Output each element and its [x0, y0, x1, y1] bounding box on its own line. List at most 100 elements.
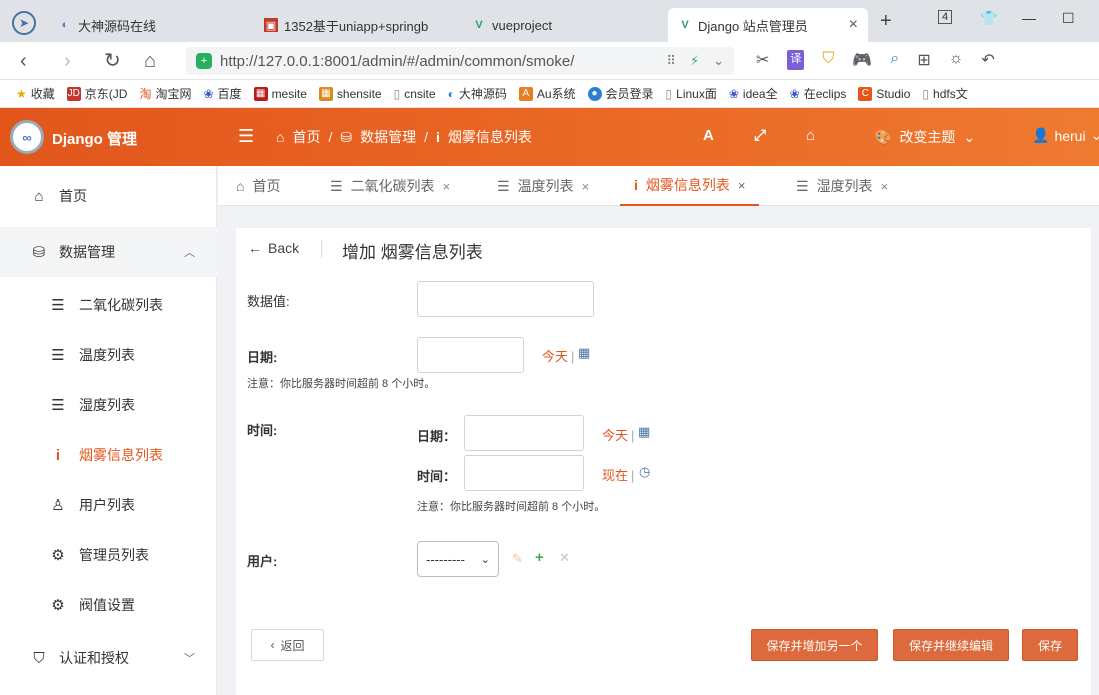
forward-arrow-icon[interactable]: › — [64, 50, 71, 72]
sidebar-item-threshold[interactable]: ⚙ 阀值设置 — [0, 580, 217, 630]
sidebar-item-users[interactable]: ♙ 用户列表 — [0, 480, 217, 530]
user-icon: ♙ — [51, 497, 65, 514]
save-button[interactable]: 保存 — [1022, 629, 1078, 661]
sidebar-item-temperature[interactable]: ☰ 温度列表 — [0, 330, 217, 380]
minimize-icon[interactable]: — — [1022, 10, 1036, 26]
bookmark-item[interactable]: ● 会员登录 — [587, 85, 654, 102]
lightning-icon[interactable]: ⚡ — [690, 53, 699, 69]
bookmark-item[interactable]: ▦ shensite — [318, 86, 382, 101]
breadcrumb-item[interactable]: 首页 — [292, 127, 320, 147]
sidebar-item-co2[interactable]: ☰ 二氧化碳列表 — [0, 280, 217, 330]
bookmark-item[interactable]: ▯ Linux面 — [666, 85, 717, 102]
brightness-icon[interactable]: ☼ — [949, 50, 964, 70]
tab-co2[interactable]: ☰ 二氧化碳列表 × — [330, 166, 450, 206]
home-icon[interactable]: ⌂ — [144, 50, 156, 72]
apps-grid-icon[interactable]: ⊞ — [917, 50, 930, 70]
theme-switcher[interactable]: 🎨 改变主题 ⌄ — [874, 127, 975, 147]
tab-humidity[interactable]: ☰ 湿度列表 × — [796, 166, 888, 206]
home-icon[interactable]: ⌂ — [806, 127, 815, 144]
save-and-add-button[interactable]: 保存并增加另一个 — [751, 629, 878, 661]
add-plus-icon[interactable]: + — [535, 549, 544, 566]
edit-pencil-icon[interactable]: ✎ — [512, 551, 523, 567]
bookmark-item[interactable]: 淘淘宝网 — [139, 85, 191, 102]
browser-tab-1[interactable]: ◐ 大神源码在线 — [48, 8, 248, 42]
date-input[interactable] — [417, 337, 524, 373]
breadcrumb-item: 烟雾信息列表 — [447, 129, 532, 145]
user-select[interactable]: --------- ⌄ — [417, 541, 499, 577]
bookmark-item[interactable]: ❀ idea全 — [729, 85, 778, 102]
reload-icon[interactable]: ↻ — [104, 50, 121, 72]
date-label: 日期: — [247, 350, 278, 365]
gamepad-icon[interactable]: 🎮 — [852, 50, 872, 70]
return-button[interactable]: ‹ 返回 — [251, 629, 324, 661]
sidebar-item-auth[interactable]: ⛉ 认证和授权 ﹀ — [0, 633, 217, 683]
bookmark-item[interactable]: ▯ hdfs文 — [922, 85, 967, 102]
bookmark-item[interactable]: JD 京东(JD — [66, 85, 127, 102]
translate-icon[interactable]: 译 — [787, 50, 805, 70]
clock-icon[interactable]: ◷ — [639, 464, 650, 480]
close-icon[interactable]: × — [849, 16, 858, 34]
menu-toggle-icon[interactable]: ☰ — [238, 126, 254, 147]
tab-counter[interactable]: 4 — [938, 10, 953, 24]
calendar-icon[interactable]: ▦ — [638, 424, 650, 440]
close-icon[interactable]: × — [881, 179, 889, 194]
undo-icon[interactable]: ↶ — [981, 50, 994, 70]
star-icon: ★ — [16, 86, 27, 101]
tab-temperature[interactable]: ☰ 温度列表 × — [497, 166, 589, 206]
save-and-continue-button[interactable]: 保存并继续编辑 — [893, 629, 1009, 661]
tab-home[interactable]: ⌂ 首页 — [236, 166, 280, 206]
chevron-down-icon[interactable]: ⌄ — [713, 53, 724, 69]
now-link[interactable]: 现在 | — [602, 465, 637, 484]
delete-x-icon[interactable]: ✕ — [559, 550, 570, 566]
compass-icon[interactable]: ➤ — [12, 11, 36, 35]
home-icon: ⌂ — [236, 178, 245, 194]
data-value-input[interactable] — [417, 281, 594, 317]
bookmark-item[interactable]: ❀ 在eclips — [790, 85, 847, 102]
browser-tab-4[interactable]: V Django 站点管理员 × — [668, 8, 868, 42]
shield-extension-icon[interactable]: ⛉ — [822, 50, 834, 70]
back-arrow-icon[interactable]: ‹ — [20, 50, 27, 72]
user-menu[interactable]: 👤 herui ⌄ — [1032, 127, 1099, 144]
breadcrumb-item[interactable]: 数据管理 — [360, 127, 416, 147]
bookmark-item[interactable]: ❀ 百度 — [203, 85, 241, 102]
sidebar-item-data-management[interactable]: ⛁ 数据管理 ︿ — [0, 227, 217, 277]
fullscreen-icon[interactable]: ⤢ — [754, 127, 766, 144]
breadcrumb: ⌂ 首页 / ⛁ 数据管理 / i 烟雾信息列表 — [276, 127, 532, 147]
calendar-icon[interactable]: ▦ — [578, 345, 590, 361]
browser-tab-title: 1352基于uniapp+springb — [284, 18, 429, 34]
font-size-button[interactable]: A — [703, 127, 714, 144]
magnifier-icon[interactable]: ⌕ — [890, 50, 899, 70]
sidebar-item-home[interactable]: ⌂ 首页 — [0, 171, 217, 221]
scissors-icon[interactable]: ✂ — [756, 50, 769, 70]
bookmark-item[interactable]: ◐ 大神源码 — [448, 85, 507, 102]
grid-icon[interactable]: ⠿ — [666, 53, 676, 69]
url-field[interactable]: + http://127.0.0.1:8001/admin/#/admin/co… — [186, 47, 734, 75]
tab-smoke[interactable]: i 烟雾信息列表 × — [620, 166, 760, 206]
list-icon: ☰ — [796, 177, 809, 194]
new-tab-icon[interactable]: + — [880, 10, 892, 33]
close-icon[interactable]: × — [738, 178, 746, 193]
shirt-icon[interactable]: 👕 — [980, 10, 997, 27]
datetime-date-input[interactable] — [464, 415, 584, 451]
browser-tab-title: Django 站点管理员 — [698, 18, 808, 34]
today-link[interactable]: 今天 | — [542, 346, 577, 365]
bookmark-item[interactable]: ▯ cnsite — [394, 87, 436, 101]
browser-tab-2[interactable]: ▣ 1352基于uniapp+springb — [254, 8, 454, 42]
back-link[interactable]: ← Back — [248, 240, 299, 256]
datetime-time-input[interactable] — [464, 455, 584, 491]
bookmark-item[interactable]: ▦ mesite — [253, 86, 307, 101]
close-icon[interactable]: × — [582, 179, 590, 194]
sidebar-item-smoke[interactable]: i 烟雾信息列表 — [0, 430, 217, 480]
page-tabbar: ⌂ 首页 ☰ 二氧化碳列表 × ☰ 温度列表 × i 烟雾信息列表 × ☰ 湿度… — [218, 166, 1099, 206]
browser-toolbar: ✂ 译 ⛉ 🎮 ⌕ ⊞ ☼ ↶ — [756, 50, 995, 70]
bookmark-item[interactable]: A Au系统 — [518, 85, 576, 102]
bookmark-item[interactable]: ★ 收藏 — [16, 85, 55, 102]
today-link[interactable]: 今天 | — [602, 425, 637, 444]
maximize-icon[interactable]: ☐ — [1062, 10, 1075, 27]
bookmark-item[interactable]: C Studio — [858, 86, 910, 101]
sidebar-item-admins[interactable]: ⚙ 管理员列表 — [0, 530, 217, 580]
sidebar-item-humidity[interactable]: ☰ 湿度列表 — [0, 380, 217, 430]
browser-tab-3[interactable]: V vueproject — [462, 8, 662, 42]
url-text: http://127.0.0.1:8001/admin/#/admin/comm… — [220, 52, 575, 70]
close-icon[interactable]: × — [443, 179, 451, 194]
